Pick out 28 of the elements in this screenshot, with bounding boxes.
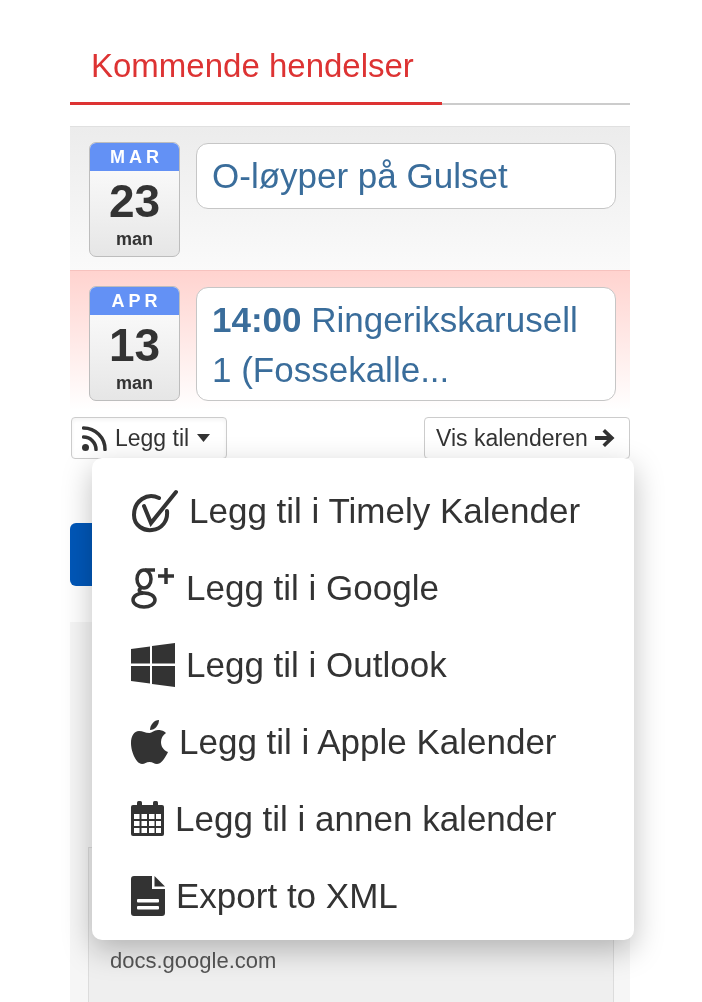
apple-icon [131, 719, 168, 764]
month-label: APR [90, 287, 179, 315]
add-button[interactable]: Legg til [71, 417, 227, 459]
month-label: MAR [90, 143, 179, 171]
menu-item[interactable]: Legg til i annen kalender [92, 780, 634, 857]
caret-icon [197, 434, 211, 442]
menu-item[interactable]: Legg til i Google [92, 549, 634, 626]
day-number: 23 [108, 179, 161, 223]
menu-item[interactable]: Legg til i Outlook [92, 626, 634, 703]
rss-icon [82, 425, 107, 451]
check-circle-icon [131, 488, 178, 533]
section-title: Kommende hendelser [91, 46, 414, 86]
calendar-icon [131, 801, 164, 836]
document-icon [131, 875, 165, 916]
menu-item[interactable]: Export to XML [92, 857, 634, 934]
event-title-link[interactable]: 14:00 Ringerikskarusell 1 (Fossekalle... [196, 287, 616, 401]
windows-icon [131, 642, 175, 687]
day-number: 13 [108, 323, 161, 367]
g-plus-icon [131, 566, 175, 609]
view-calendar-button[interactable]: Vis kalenderen [424, 417, 630, 459]
weekday-label: man [116, 373, 153, 393]
event-title-link[interactable]: O-løyper på Gulset [196, 143, 616, 209]
weekday-label: man [116, 229, 153, 249]
menu-item[interactable]: Legg til i Timely Kalender [92, 472, 634, 549]
menu-item[interactable]: Legg til i Apple Kalender [92, 703, 634, 780]
link-url: docs.google.com [110, 948, 277, 973]
arrow-right-icon [594, 429, 615, 447]
button-fragment [70, 523, 92, 586]
